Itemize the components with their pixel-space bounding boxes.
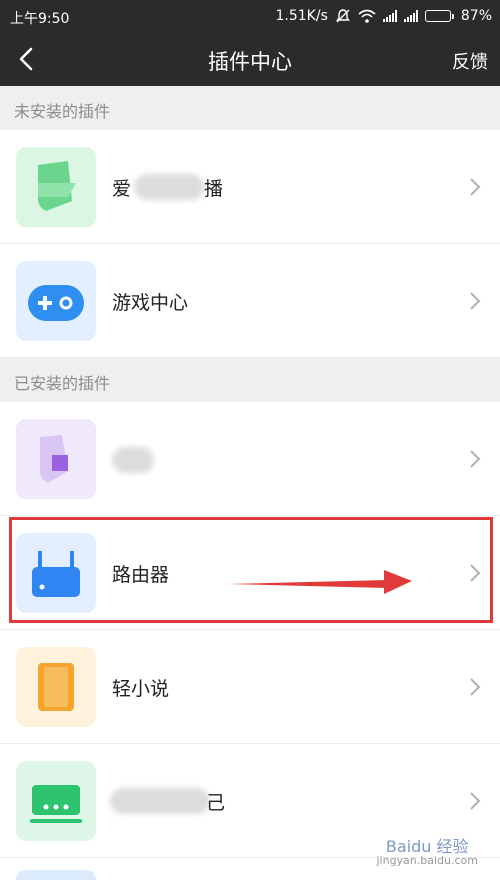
gamepad-icon [16, 261, 96, 341]
partial-plugin-icon [16, 870, 96, 880]
blurred-text [134, 174, 204, 200]
chevron-right-icon [470, 292, 481, 310]
section-header-uninstalled: 未安装的插件 [0, 86, 500, 130]
feedback-button[interactable]: 反馈 [452, 48, 488, 74]
baidu-watermark: Baidu 经验 jingyan.baidu.com [376, 837, 478, 868]
chevron-right-icon [470, 792, 481, 810]
chevron-right-icon [470, 178, 481, 196]
red-arrow-icon [228, 570, 412, 594]
plugin-name-tail: 己 [206, 792, 226, 814]
battery-percent: 87% [460, 8, 492, 24]
purple-book-icon [16, 419, 96, 499]
signal-icon [382, 10, 397, 22]
status-time: 上午9:50 [10, 11, 70, 27]
watermark-url: jingyan.baidu.com [376, 854, 478, 867]
chevron-right-icon [470, 678, 481, 696]
plugin-row[interactable] [0, 402, 500, 516]
plugin-name-tail: 播 [204, 178, 224, 200]
battery-icon [424, 10, 454, 22]
page-title: 插件中心 [208, 50, 292, 74]
nav-bar: 插件中心 反馈 [0, 34, 500, 86]
blurred-text [110, 788, 210, 814]
blurred-text [112, 447, 154, 473]
plugin-name: 游戏中心 [112, 292, 189, 314]
plugin-name: 轻小说 [112, 678, 170, 700]
green-book-icon [16, 147, 96, 227]
watermark-brand: Baidu 经验 [385, 837, 469, 856]
plugin-row[interactable]: 轻小说 [0, 630, 500, 744]
status-icons: 1.51K/s 87% [276, 8, 493, 24]
wifi-icon [358, 9, 376, 23]
green-screen-icon [16, 761, 96, 841]
mute-icon [335, 9, 350, 23]
chevron-right-icon [470, 450, 481, 468]
section-header-installed: 已安装的插件 [0, 358, 500, 402]
net-speed: 1.51K/s [275, 8, 328, 24]
plugin-name: 爱 [112, 178, 132, 200]
novel-book-icon [16, 647, 96, 727]
signal-icon-2 [403, 10, 418, 22]
plugin-row[interactable]: 爱 播 [0, 130, 500, 244]
status-bar: 上午9:50 1.51K/s 87% [0, 0, 500, 34]
plugin-row[interactable]: 游戏中心 [0, 244, 500, 358]
